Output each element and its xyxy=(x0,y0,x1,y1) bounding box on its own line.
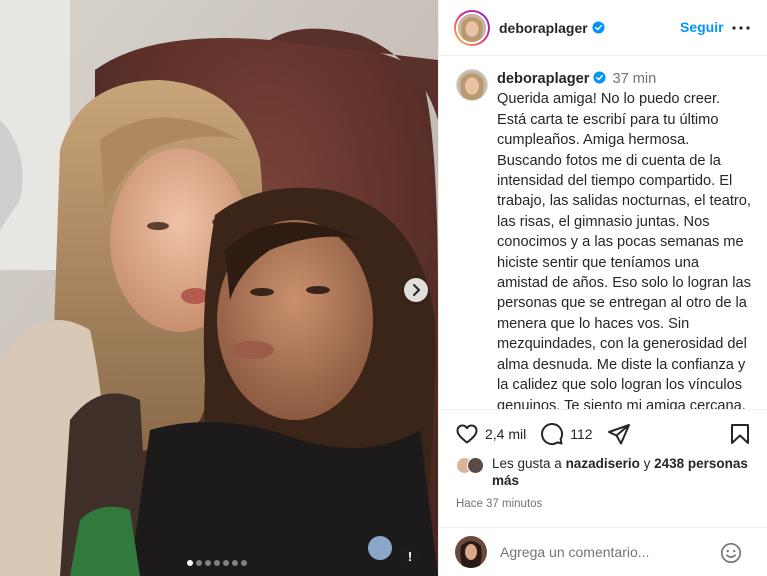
comment-input[interactable] xyxy=(500,544,700,560)
slide-dot xyxy=(214,560,220,566)
profile-avatar-image xyxy=(458,13,486,42)
slide-dot xyxy=(205,560,211,566)
comments-count[interactable]: 112 xyxy=(570,426,592,442)
avatar xyxy=(467,457,484,474)
likes-middle: y xyxy=(639,456,655,471)
save-icon[interactable] xyxy=(728,422,752,446)
user-avatar-image xyxy=(455,536,487,568)
caption-username[interactable]: deboraplager xyxy=(497,71,589,87)
post-side-panel: deboraplager Seguir deboraplager 37 min Q… xyxy=(438,0,767,576)
next-slide-button[interactable] xyxy=(404,278,428,302)
slide-indicator xyxy=(0,560,436,566)
chevron-right-icon xyxy=(413,284,420,296)
slide-dot xyxy=(241,560,247,566)
info-button[interactable]: ! xyxy=(399,545,421,567)
slide-dot xyxy=(196,560,202,566)
comment-bar xyxy=(439,527,767,576)
slide-dot xyxy=(232,560,238,566)
likes-prefix: Les gusta a xyxy=(492,456,566,471)
header-username[interactable]: deboraplager xyxy=(499,20,588,36)
info-icon: ! xyxy=(407,548,413,564)
caption-text-block: deboraplager 37 min Querida amiga! No lo … xyxy=(497,69,752,409)
follow-button[interactable]: Seguir xyxy=(680,19,724,35)
caption-body: Querida amiga! No lo puedo creer. Está c… xyxy=(497,91,751,409)
likes-count[interactable]: 2,4 mil xyxy=(485,426,526,442)
post-photo[interactable]: ! xyxy=(0,0,438,576)
caption-scroll-area[interactable]: deboraplager 37 min Querida amiga! No lo … xyxy=(439,57,767,409)
caption: deboraplager 37 min Querida amiga! No lo … xyxy=(456,69,752,409)
post-timestamp[interactable]: Hace 37 minutos xyxy=(456,498,542,510)
avatar[interactable] xyxy=(454,9,490,46)
liker-username[interactable]: nazadiserio xyxy=(566,456,640,471)
post-header: deboraplager Seguir xyxy=(439,0,767,56)
comment-icon[interactable] xyxy=(540,422,564,446)
likes-summary: Les gusta a nazadiserio y 2438 personas … xyxy=(456,455,756,489)
share-icon[interactable] xyxy=(607,422,631,446)
avatar xyxy=(455,536,487,568)
emoji-icon[interactable] xyxy=(720,542,742,564)
selfie-image xyxy=(0,0,438,576)
heart-icon[interactable] xyxy=(455,422,479,446)
slide-dot xyxy=(187,560,193,566)
verified-badge-icon xyxy=(592,21,605,34)
action-bar: 2,4 mil 112 Les gusta a nazadiserio y 24… xyxy=(439,409,767,510)
caption-avatar[interactable] xyxy=(456,69,488,101)
slide-dot xyxy=(223,560,229,566)
profile-avatar-image xyxy=(457,70,487,100)
likes-text: Les gusta a nazadiserio y 2438 personas … xyxy=(492,455,756,489)
more-options-icon[interactable] xyxy=(729,16,753,40)
likers-avatars[interactable] xyxy=(456,455,490,475)
caption-time: 37 min xyxy=(612,71,657,87)
verified-badge-icon xyxy=(593,71,606,84)
